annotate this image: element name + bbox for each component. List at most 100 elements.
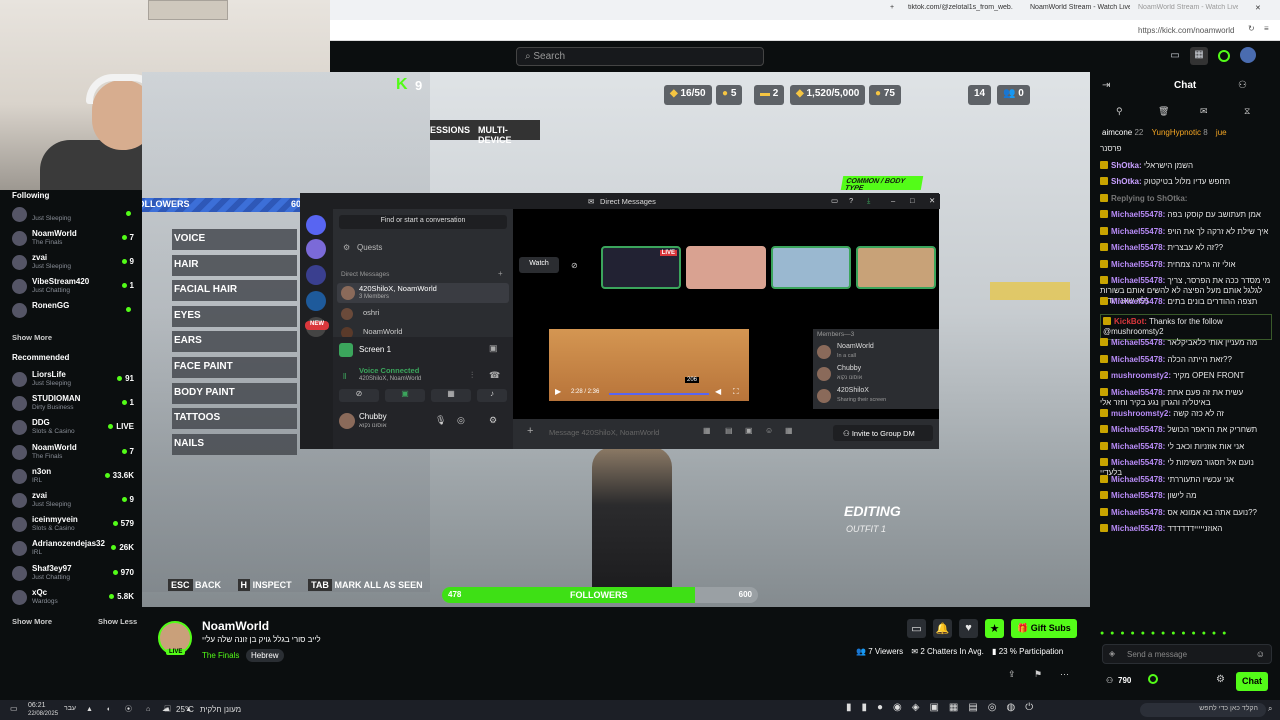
hide-icon[interactable]: ⊘: [571, 261, 578, 270]
dm-item[interactable]: oshri: [337, 306, 509, 322]
attach-icon[interactable]: +: [527, 425, 533, 437]
emoji-icon[interactable]: ☺: [1256, 649, 1265, 659]
chat-message[interactable]: Michael55478: זאת הייתה הכלה??: [1100, 354, 1272, 365]
participant-tile[interactable]: [856, 246, 936, 289]
language-tag[interactable]: Hebrew: [246, 649, 284, 662]
report-icon[interactable]: ⚑: [1034, 669, 1042, 680]
sidebar-channel[interactable]: LiorsLife Just Sleeping 91: [8, 369, 136, 391]
pin-icon[interactable]: ⚲: [1116, 106, 1123, 117]
help-icon[interactable]: ?: [849, 196, 853, 205]
invite-button[interactable]: ⚇ Invite to Group DM: [833, 425, 933, 441]
gif-icon[interactable]: ▤: [725, 426, 733, 435]
chat-username[interactable]: mushroomsty2:: [1111, 409, 1171, 418]
taskbar-icon[interactable]: ▭: [10, 704, 18, 713]
browser-tab[interactable]: NoamWorld Stream - Watch Live: [1030, 4, 1130, 16]
find-conversation-input[interactable]: Find or start a conversation: [339, 215, 507, 229]
chat-username[interactable]: Michael55478:: [1111, 508, 1165, 517]
language-indicator[interactable]: עבר: [64, 705, 76, 712]
share-icon[interactable]: ⇪: [1008, 669, 1016, 680]
server-icon[interactable]: [306, 265, 326, 285]
chat-username[interactable]: Michael55478:: [1111, 458, 1165, 467]
chat-username[interactable]: Michael55478:: [1111, 355, 1165, 364]
noise-icon[interactable]: ⫶: [471, 370, 473, 381]
minimize-icon[interactable]: –: [891, 196, 895, 205]
chat-username[interactable]: Michael55478:: [1111, 260, 1165, 269]
sidebar-channel[interactable]: VibeStream420 Just Chatting 1: [8, 276, 136, 298]
pinned-apps[interactable]: ▮▮●◉◈▣▦▤◎◍⏻: [846, 702, 1096, 718]
chat-message[interactable]: Michael55478: עשית את זה פעם אחת באיטליה…: [1100, 387, 1272, 408]
channel-points-icon[interactable]: [1148, 674, 1158, 684]
chat-username[interactable]: Michael55478:: [1111, 297, 1165, 306]
url-bar[interactable]: https://kick.com/noamworld ↻ ≡: [330, 20, 1280, 41]
chat-message[interactable]: Replying to ShOtka:: [1100, 193, 1272, 204]
emote-icon[interactable]: ◈: [1109, 649, 1115, 658]
chat-message[interactable]: ShOtka: תחפש עדיו מלול בטיקטוק: [1100, 177, 1272, 187]
chat-message[interactable]: KickBot: Thanks for the follow @mushroom…: [1100, 313, 1272, 340]
settings-icon[interactable]: ⚙: [1216, 674, 1225, 685]
camera-off-button[interactable]: ⊘: [339, 389, 379, 402]
chat-username[interactable]: KickBot:: [1114, 317, 1147, 326]
top-user[interactable]: jue: [1216, 128, 1227, 137]
wallet-icon[interactable]: ▭: [1168, 50, 1182, 61]
discord-home-icon[interactable]: [306, 215, 326, 235]
show-more-following[interactable]: Show More: [12, 333, 52, 342]
message-input[interactable]: Message 420ShiloX, NoamWorld: [549, 428, 659, 437]
gift-icon[interactable]: ▦: [703, 426, 711, 435]
stream-category[interactable]: The Finals: [202, 651, 239, 660]
video-seekbar[interactable]: [609, 393, 709, 395]
chat-message[interactable]: Michael55478: אני עכשיו התעוררתי: [1100, 474, 1272, 485]
apps-icon[interactable]: ▦: [785, 426, 793, 435]
settings-icon[interactable]: ⚙: [489, 415, 497, 426]
chat-username[interactable]: mushroomsty2:: [1111, 371, 1171, 380]
server-icon[interactable]: [306, 239, 326, 259]
apps-icon[interactable]: ▦: [1190, 47, 1208, 65]
close-icon[interactable]: ✕: [929, 196, 935, 205]
chat-message[interactable]: Michael55478: האוזנייייידדדדדד: [1100, 524, 1272, 534]
chat-message[interactable]: Michael55478: מה לישון: [1100, 491, 1272, 501]
collapse-chat-icon[interactable]: ⇥: [1102, 80, 1110, 91]
chat-message[interactable]: Michael55478: תצפה ההודרים בונים בתים: [1100, 297, 1272, 307]
show-less-recommended[interactable]: Show Less: [98, 617, 137, 626]
subscribe-button[interactable]: ★: [985, 619, 1004, 638]
chat-input[interactable]: ◈ Send a message ☺: [1102, 644, 1272, 664]
sidebar-channel[interactable]: zvai Just Sleeping 9: [8, 490, 136, 512]
dm-item-active[interactable]: 420ShiloX, NoamWorld 3 Members: [337, 283, 509, 303]
chat-username[interactable]: Michael55478:: [1111, 276, 1165, 285]
chat-message[interactable]: Michael55478: אמן תעתושב עם קוסקו בפה: [1100, 210, 1272, 220]
sidebar-channel[interactable]: STUDIOMAN Dirty Business 1: [8, 393, 136, 415]
server-icon[interactable]: [306, 291, 326, 311]
chat-message[interactable]: ShOtka: השמן הישראלי: [1100, 160, 1272, 171]
maximize-icon[interactable]: □: [910, 196, 915, 205]
participant-tile[interactable]: [686, 246, 766, 289]
customize-menu-item[interactable]: TATTOOS: [172, 408, 297, 430]
customize-menu-item[interactable]: FACIAL HAIR: [172, 280, 297, 302]
search-input[interactable]: ⌕ Search: [516, 47, 764, 66]
disconnect-icon[interactable]: ☎: [489, 370, 500, 381]
volume-icon[interactable]: ◀: [715, 387, 721, 396]
sidebar-channel[interactable]: iceinmyvein Slots & Casino 579: [8, 514, 136, 536]
sidebar-channel[interactable]: Shaf3ey97 Just Chatting 970: [8, 563, 136, 585]
emoji-icon[interactable]: ☺: [765, 426, 773, 435]
search-bar[interactable]: הקלד כאן כדי לחפש: [1140, 703, 1266, 717]
sidebar-channel[interactable]: zvai Just Sleeping 9: [8, 252, 136, 274]
sidebar-channel[interactable]: Adrianozendejas32 IRL 26K: [8, 538, 136, 560]
sidebar-channel[interactable]: xQc Wardogs 5.8K: [8, 587, 136, 609]
chat-message[interactable]: Michael55478: זה לא עבצרית??: [1100, 243, 1272, 253]
notify-button[interactable]: 🔔: [933, 619, 952, 638]
inbox-icon[interactable]: ▭: [831, 196, 838, 205]
chat-message[interactable]: mushroomsty2: זה לא כזה קשה: [1100, 408, 1272, 419]
clip-button[interactable]: ▭: [907, 619, 926, 638]
sidebar-channel[interactable]: RonenGG: [8, 300, 136, 322]
customize-menu-item[interactable]: NAILS: [172, 433, 297, 455]
chat-users-icon[interactable]: ⚇: [1238, 80, 1247, 91]
sidebar-channel[interactable]: Just Sleeping: [8, 204, 136, 226]
customize-menu-item[interactable]: BODY PAINT: [172, 382, 297, 404]
member-item[interactable]: 420ShiloX Sharing their screen: [817, 387, 937, 407]
send-chat-button[interactable]: Chat: [1236, 672, 1268, 691]
headset-icon[interactable]: ◎: [457, 415, 465, 426]
browser-tab[interactable]: tiktok.com/@zelotal1s_from_web...: [908, 4, 1013, 16]
soundboard-button[interactable]: ♪: [477, 389, 507, 402]
activities-button[interactable]: ▦: [431, 389, 471, 402]
customize-menu-item[interactable]: EYES: [172, 305, 297, 327]
stream-tile[interactable]: LIVE: [601, 246, 681, 289]
